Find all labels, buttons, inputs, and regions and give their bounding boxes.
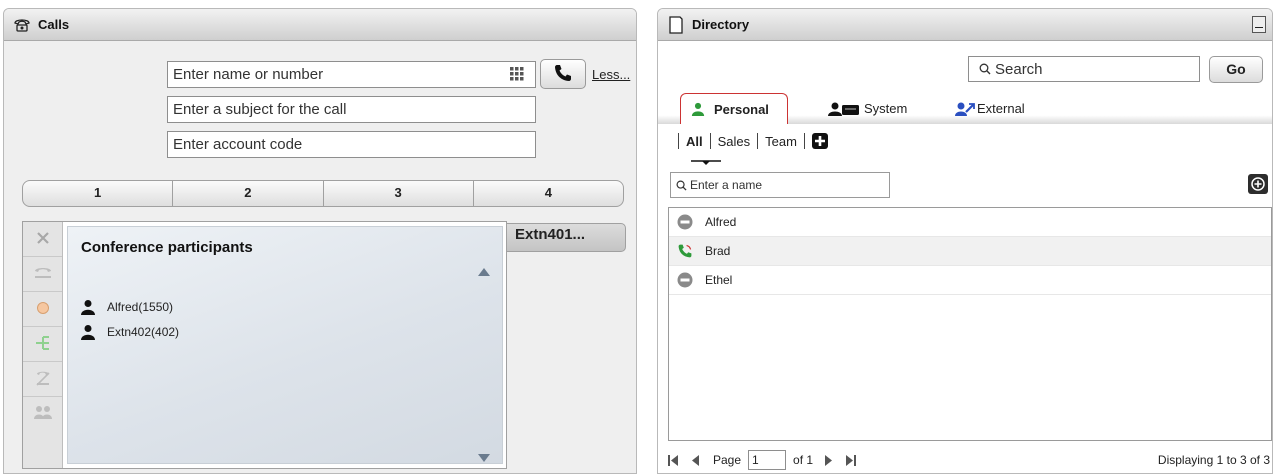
mute-icon [34, 369, 52, 390]
contact-row[interactable]: Ethel [669, 266, 1271, 295]
directory-search-input[interactable]: Search [968, 56, 1200, 82]
scroll-down-icon[interactable] [478, 451, 490, 465]
pager: Page 1 of 1 Displaying 1 to 3 of 3 [668, 447, 1272, 473]
participant-item: Extn402(402) [80, 324, 179, 340]
participant-name: Alfred(1550) [107, 300, 174, 314]
number-input-text: Enter name or number [173, 66, 324, 83]
search-icon [979, 63, 991, 75]
minimize-icon[interactable] [1252, 16, 1266, 33]
go-button[interactable]: Go [1209, 56, 1263, 83]
group-all[interactable]: All [686, 134, 703, 149]
directory-titlebar: Directory [658, 9, 1272, 41]
account-input-text: Enter account code [173, 136, 303, 153]
divider [709, 133, 711, 149]
contact-name: Brad [705, 244, 731, 258]
calls-panel: Calls Enter name or number Less... Enter… [3, 8, 637, 474]
phone-handset-icon [553, 63, 573, 86]
person-icon [80, 299, 98, 315]
add-contact-icon[interactable] [1248, 174, 1268, 194]
active-group-indicator-icon [691, 155, 721, 169]
conference-title: Conference participants [81, 239, 253, 256]
add-group-icon[interactable] [811, 133, 828, 149]
page-count: of 1 [793, 453, 814, 467]
group-sales[interactable]: Sales [718, 134, 751, 149]
tab-personal[interactable]: Personal [680, 93, 788, 124]
calls-title: Calls [38, 17, 70, 32]
call-tab-2[interactable]: 2 [173, 181, 324, 206]
page-number-input[interactable]: 1 [748, 450, 787, 470]
subject-input[interactable]: Enter a subject for the call [167, 96, 536, 123]
pager-summary: Displaying 1 to 3 of 3 [1157, 453, 1270, 467]
tab-personal-label: Personal [714, 101, 769, 117]
ringing-phone-icon [677, 243, 695, 259]
call-tabs: 1 2 3 4 [22, 180, 624, 207]
keypad-icon[interactable] [509, 66, 525, 82]
person-icon [80, 324, 98, 340]
dial-button[interactable] [540, 59, 586, 89]
hold-button[interactable] [23, 257, 62, 292]
divider [757, 133, 759, 149]
record-button[interactable] [23, 292, 62, 327]
number-input[interactable]: Enter name or number [167, 61, 536, 88]
transfer-button[interactable] [23, 327, 62, 362]
account-code-input[interactable]: Enter account code [167, 131, 536, 158]
contact-row[interactable]: Alfred [669, 208, 1271, 237]
group-filter-bar: All Sales Team [678, 133, 828, 149]
search-placeholder: Search [995, 60, 1043, 78]
record-icon [36, 301, 50, 318]
hold-handset-icon [33, 265, 53, 284]
participant-name: Extn402(402) [107, 325, 180, 339]
conference-panel: Conference participants Alfred(1550) Ext… [22, 221, 507, 469]
call-tab-3[interactable]: 3 [324, 181, 474, 206]
tab-external[interactable]: External [955, 93, 1025, 124]
last-page-icon[interactable] [846, 454, 857, 466]
conference-icon [33, 404, 53, 425]
close-icon [36, 231, 50, 248]
directory-tabs: Personal System External [658, 89, 1272, 124]
calls-titlebar: Calls [4, 9, 636, 41]
group-team[interactable]: Team [765, 134, 797, 149]
search-icon [676, 180, 687, 191]
scroll-up-icon[interactable] [478, 265, 490, 279]
contact-name: Alfred [705, 215, 737, 229]
personal-contact-icon [691, 102, 705, 116]
page-label: Page [713, 453, 742, 467]
next-page-icon[interactable] [825, 454, 833, 466]
divider [803, 133, 805, 149]
system-contact-icon [828, 102, 860, 116]
call-actions-sidebar [23, 222, 63, 468]
conference-participants-box: Conference participants Alfred(1550) Ext… [67, 226, 503, 464]
subject-input-text: Enter a subject for the call [173, 101, 347, 118]
divider [678, 133, 679, 149]
busy-status-icon [677, 214, 695, 230]
busy-status-icon [677, 272, 695, 288]
directory-title: Directory [692, 17, 750, 32]
external-contact-icon [955, 102, 975, 116]
end-call-button[interactable] [23, 222, 62, 257]
tab-external-label: External [977, 101, 1025, 116]
directory-panel: Directory Search Go Personal System Exte… [657, 8, 1273, 474]
tab-system-label: System [864, 101, 908, 116]
name-filter-placeholder: Enter a name [690, 178, 763, 192]
call-tab-1[interactable]: 1 [23, 181, 174, 206]
contact-list: Alfred Brad Ethel [668, 207, 1272, 441]
first-page-icon[interactable] [668, 454, 678, 466]
telephone-icon [12, 16, 32, 34]
active-call-label: Extn401... [515, 226, 586, 243]
mute-button[interactable] [23, 362, 62, 397]
less-link[interactable]: Less... [592, 67, 630, 82]
tab-system[interactable]: System [828, 93, 907, 124]
contact-name: Ethel [705, 273, 733, 287]
name-filter-input[interactable]: Enter a name [670, 172, 890, 198]
transfer-icon [35, 334, 51, 355]
call-tab-4[interactable]: 4 [474, 181, 623, 206]
previous-page-icon[interactable] [692, 454, 699, 466]
contact-row[interactable]: Brad [669, 237, 1271, 266]
directory-book-icon [666, 15, 686, 34]
participant-item: Alfred(1550) [80, 299, 173, 315]
active-call-card[interactable]: Extn401... [504, 223, 626, 252]
conference-add-button[interactable] [23, 397, 62, 432]
